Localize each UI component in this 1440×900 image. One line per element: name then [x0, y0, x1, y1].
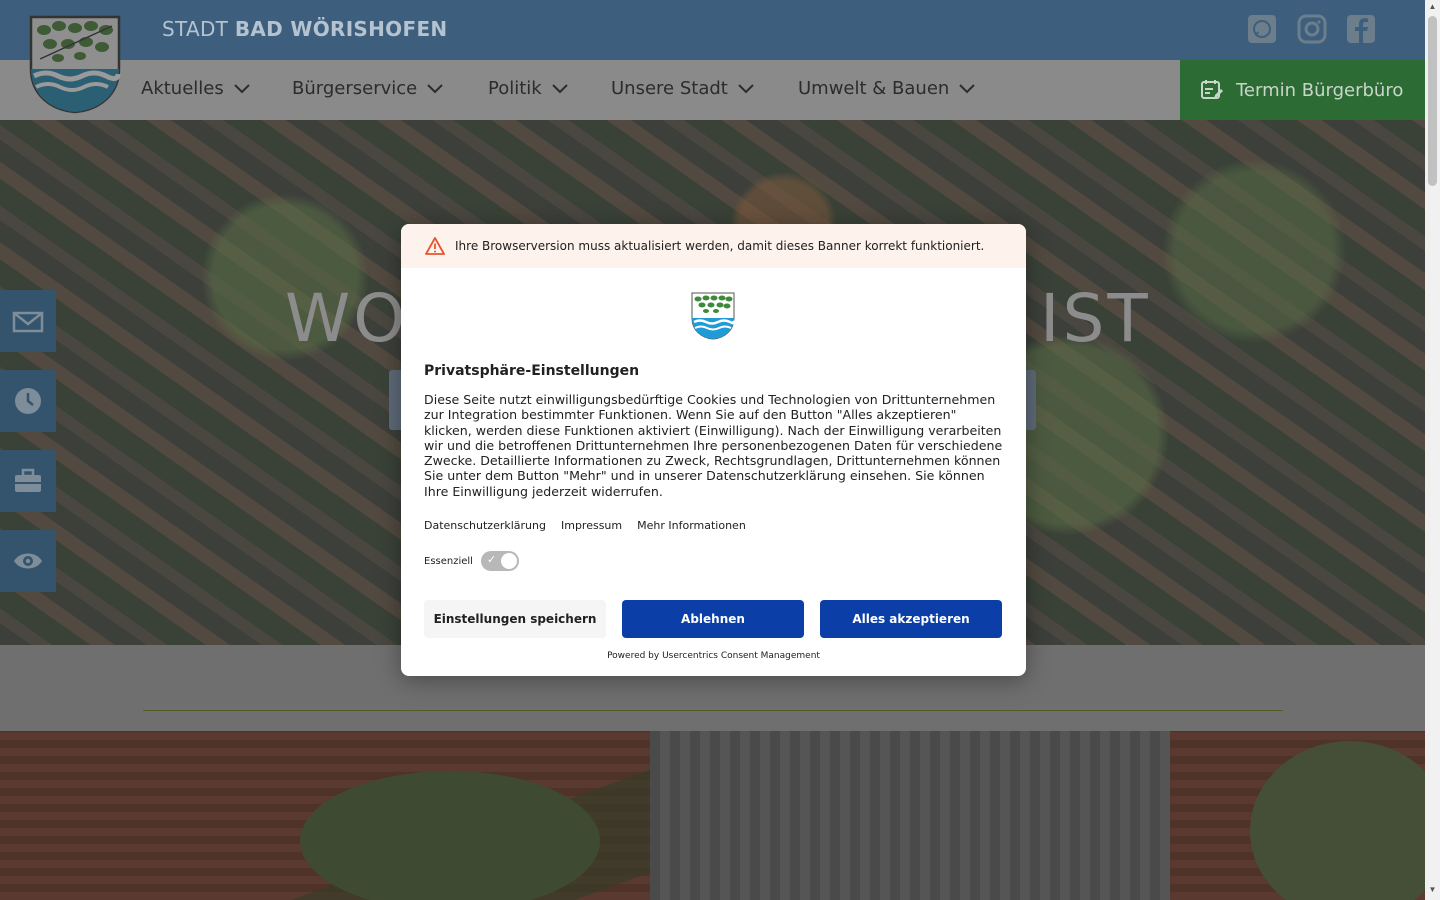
browser-warning-text: Ihre Browserversion muss aktualisiert we… [455, 239, 985, 253]
nav-item-politik[interactable]: Politik [488, 78, 568, 99]
browser-warning-banner: Ihre Browserversion muss aktualisiert we… [401, 224, 1026, 268]
side-accessibility-button[interactable] [0, 530, 56, 592]
consent-description: Diese Seite nutzt einwilligungsbedürftig… [424, 392, 1003, 499]
warning-icon [425, 237, 445, 255]
instagram-icon[interactable] [1297, 14, 1327, 44]
photo-tree [300, 771, 600, 900]
nav-item-label: Aktuelles [141, 78, 224, 99]
brand-prefix: STADT [162, 17, 229, 41]
clock-icon [15, 388, 41, 414]
page-scrollbar[interactable]: ▲ ▼ [1425, 0, 1440, 900]
city-crest-logo-small [691, 292, 736, 340]
hero-title-left: WO [285, 280, 409, 357]
termin-label: Termin Bürgerbüro [1236, 79, 1404, 101]
nav-item-label: Bürgerservice [292, 78, 418, 99]
side-contact-button[interactable] [0, 290, 56, 352]
eye-icon [14, 553, 42, 569]
essential-toggle-row: Essenziell ✓ [424, 551, 519, 571]
save-settings-button[interactable]: Einstellungen speichern [424, 600, 606, 638]
powered-by-link[interactable]: Powered by Usercentrics Consent Manageme… [401, 651, 1026, 661]
scroll-thumb[interactable] [1428, 16, 1437, 186]
nav-item-unsere-stadt[interactable]: Unsere Stadt [611, 78, 754, 99]
briefcase-icon [15, 468, 41, 492]
essential-toggle[interactable]: ✓ [480, 551, 519, 571]
more-info-link[interactable]: Mehr Informationen [637, 519, 746, 532]
hero-title-right: IST [1040, 280, 1151, 357]
site-brand[interactable]: STADT BAD WÖRISHOFEN [162, 17, 447, 41]
consent-dialog: Ihre Browserversion muss aktualisiert we… [401, 224, 1026, 676]
accept-all-button[interactable]: Alles akzeptieren [820, 600, 1002, 638]
chevron-down-icon [552, 83, 568, 93]
divider-line [143, 710, 1283, 711]
calendar-edit-icon [1201, 80, 1223, 99]
nav-item-label: Politik [488, 78, 542, 99]
side-hours-button[interactable] [0, 370, 56, 432]
termin-buergerbuero-button[interactable]: Termin Bürgerbüro [1180, 60, 1425, 120]
consent-links: Datenschutzerklärung Impressum Mehr Info… [424, 519, 746, 532]
scroll-up-arrow[interactable]: ▲ [1428, 3, 1437, 11]
deny-button[interactable]: Ablehnen [622, 600, 804, 638]
top-bar: STADT BAD WÖRISHOFEN [0, 0, 1425, 60]
photo-roof [650, 731, 1170, 900]
mail-icon [12, 311, 44, 333]
nav-item-umwelt-bauen[interactable]: Umwelt & Bauen [798, 78, 976, 99]
consent-title: Privatsphäre-Einstellungen [424, 363, 640, 379]
essential-label: Essenziell [424, 555, 473, 567]
nav-item-buergerservice[interactable]: Bürgerservice [292, 78, 443, 99]
chevron-down-icon [427, 83, 443, 93]
toggle-knob [500, 553, 517, 569]
facebook-icon[interactable] [1346, 14, 1376, 44]
city-crest-logo[interactable] [28, 14, 122, 114]
chevron-down-icon [738, 83, 754, 93]
side-jobs-button[interactable] [0, 450, 56, 512]
chevron-down-icon [234, 83, 250, 93]
brand-name: BAD WÖRISHOFEN [234, 17, 448, 41]
privacy-policy-link[interactable]: Datenschutzerklärung [424, 519, 546, 532]
whatsapp-icon[interactable] [1247, 14, 1277, 44]
lower-photo-section [0, 731, 1440, 900]
chevron-down-icon [959, 83, 976, 93]
checkmark-icon: ✓ [486, 553, 497, 566]
nav-item-label: Umwelt & Bauen [798, 78, 950, 99]
nav-item-aktuelles[interactable]: Aktuelles [141, 78, 250, 99]
photo-tree [1250, 741, 1440, 900]
nav-item-label: Unsere Stadt [611, 78, 728, 99]
imprint-link[interactable]: Impressum [561, 519, 622, 532]
scroll-down-arrow[interactable]: ▼ [1428, 886, 1437, 894]
